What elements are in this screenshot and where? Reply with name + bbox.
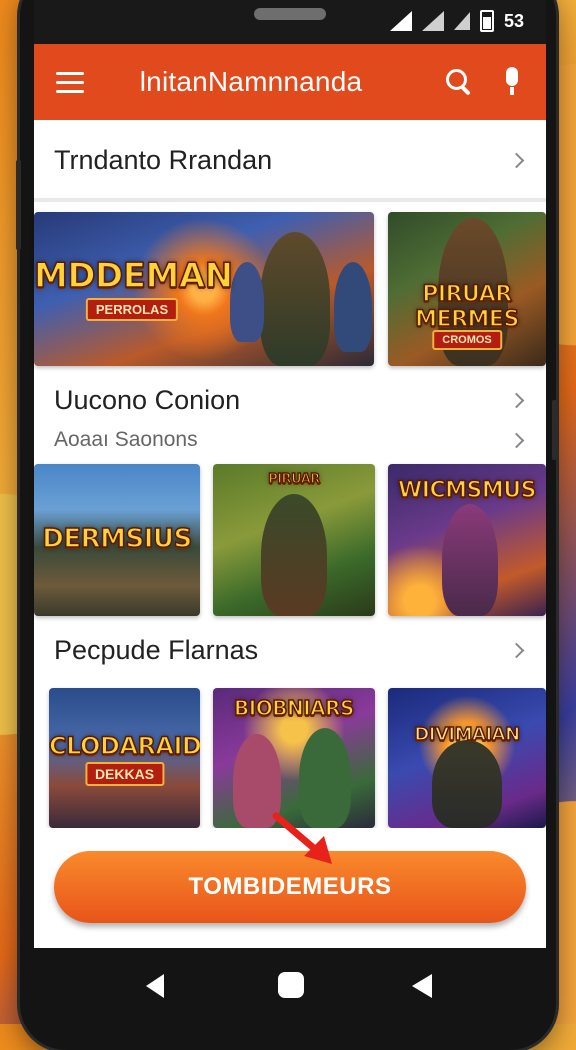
speaker-grille xyxy=(254,8,326,20)
volume-button xyxy=(16,160,21,250)
section-header-upcoming[interactable]: Uucono Conion xyxy=(34,372,546,428)
chevron-right-icon xyxy=(508,152,525,168)
nav-bar xyxy=(34,948,546,1024)
game-subtitle: CROMOS xyxy=(432,330,502,350)
game-title: PIRUAR xyxy=(267,471,321,488)
game-title: PIRUAR MERMES xyxy=(414,281,520,333)
game-subtitle: PERROLAS xyxy=(85,298,179,321)
game-title: CLODARAID xyxy=(49,731,200,761)
game-card[interactable]: CLODARAID DEKKAS xyxy=(49,688,200,828)
status-bar: 53 xyxy=(34,0,546,44)
game-card[interactable]: MDDEMAN PERROLAS xyxy=(34,212,374,366)
game-card[interactable]: BIOBNIARS xyxy=(213,688,375,828)
section-title: Uucono Conion xyxy=(54,384,241,415)
home-icon[interactable] xyxy=(278,972,304,998)
chevron-right-icon xyxy=(508,642,525,658)
divider xyxy=(34,198,546,202)
game-card[interactable]: PIRUAR xyxy=(213,464,375,616)
battery-icon xyxy=(479,10,494,32)
section-title: Trndanto Rrandan xyxy=(54,144,273,175)
wifi-icon xyxy=(389,11,412,31)
section-header-trending[interactable]: Trndanto Rrandan xyxy=(34,122,546,198)
section-title: Pecpude Flarnas xyxy=(54,634,259,665)
game-title: DIVIMAIAN xyxy=(414,723,521,746)
back-icon[interactable] xyxy=(146,974,164,998)
signal-icon-2 xyxy=(453,12,470,30)
game-card[interactable]: DERMSIUS xyxy=(34,464,200,616)
status-time: 53 xyxy=(503,10,524,31)
signal-icon xyxy=(421,11,444,31)
game-card[interactable]: DIVIMAIAN xyxy=(388,688,546,828)
chevron-right-icon xyxy=(508,392,525,408)
game-card[interactable]: WICMSMUS xyxy=(388,464,546,616)
app-bar: lnitanNamnnanda xyxy=(34,44,546,120)
game-title: WICMSMUS xyxy=(397,477,537,504)
section-subheader[interactable]: Aoaaı Saonons xyxy=(34,422,546,458)
power-button xyxy=(552,400,557,460)
game-title: DERMSIUS xyxy=(42,523,193,555)
recents-icon[interactable] xyxy=(412,974,432,998)
game-subtitle: DEKKAS xyxy=(84,762,165,786)
chevron-right-icon xyxy=(508,432,525,448)
game-title: MDDEMAN xyxy=(34,255,234,297)
arrow-icon xyxy=(272,812,332,864)
section-subtitle: Aoaaı Saonons xyxy=(54,428,198,451)
game-title: BIOBNIARS xyxy=(233,695,355,721)
section-header-popular[interactable]: Pecpude Flarnas xyxy=(34,620,546,680)
app-title: lnitanNamnnanda xyxy=(139,66,363,97)
game-card[interactable]: PIRUAR MERMES CROMOS xyxy=(388,212,546,366)
search-icon[interactable] xyxy=(444,67,474,97)
mic-icon[interactable] xyxy=(502,67,522,97)
